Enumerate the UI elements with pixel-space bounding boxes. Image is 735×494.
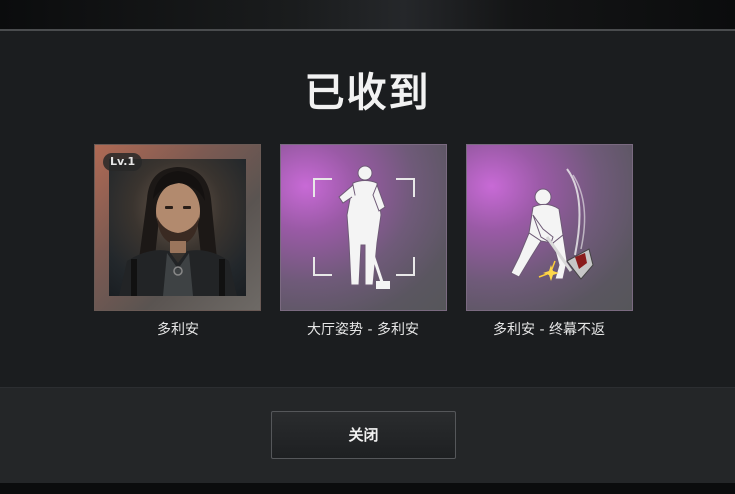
reward-card-character[interactable]: Lv.1 (94, 144, 261, 311)
reward-label-lobby-pose: 大厅姿势 - 多利安 (307, 322, 419, 338)
reward-label-character: 多利安 (157, 322, 199, 338)
close-button[interactable]: 关闭 (271, 411, 456, 459)
background-top (0, 0, 735, 30)
character-portrait (109, 159, 246, 296)
finisher-emote-icon (510, 168, 594, 281)
reward-card-finisher[interactable] (466, 144, 633, 311)
background-bottom (0, 482, 735, 494)
dialog-title: 已收到 (304, 70, 431, 116)
lobby-pose-icon (313, 165, 415, 289)
level-badge: Lv.1 (103, 153, 143, 171)
reward-label-finisher: 多利安 - 终幕不返 (493, 322, 605, 338)
reward-card-lobby-pose[interactable] (280, 144, 447, 311)
